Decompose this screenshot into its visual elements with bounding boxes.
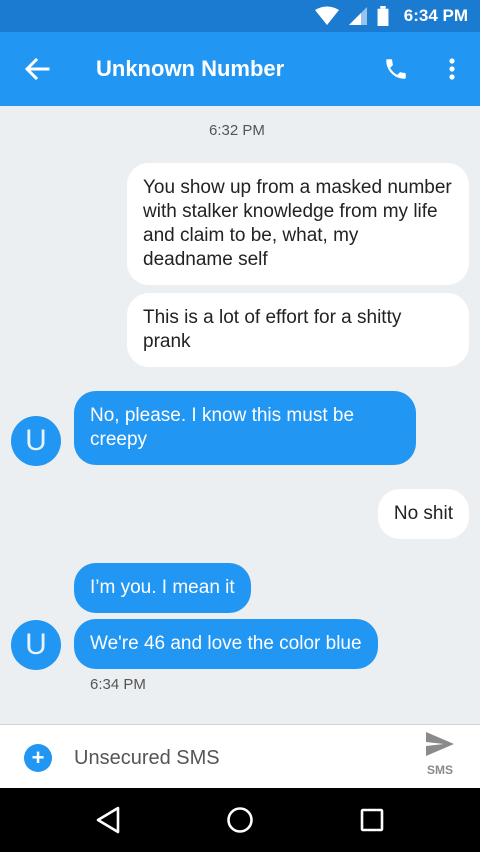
call-button[interactable]	[368, 32, 424, 106]
battery-icon	[377, 6, 389, 26]
message-input[interactable]	[74, 743, 394, 773]
wifi-icon	[314, 6, 339, 25]
system-nav-bar	[0, 788, 480, 852]
outgoing-message[interactable]: This is a lot of effort for a shitty pra…	[127, 293, 469, 367]
more-options-button[interactable]	[424, 32, 480, 106]
phone-icon	[386, 59, 406, 79]
nav-back-button[interactable]	[90, 802, 126, 838]
cell-signal-icon	[348, 7, 367, 25]
app-bar: Unknown Number	[0, 32, 480, 106]
outgoing-message[interactable]: No shit	[377, 489, 469, 539]
nav-home-button[interactable]	[222, 802, 258, 838]
message-timestamp: 6:32 PM	[209, 122, 265, 139]
back-triangle-icon	[96, 806, 120, 834]
message-list[interactable]: 6:32 PM You show up from a masked number…	[0, 106, 480, 724]
back-arrow-icon	[24, 58, 50, 80]
status-time: 6:34 PM	[403, 6, 468, 25]
back-button[interactable]	[0, 32, 74, 106]
incoming-message[interactable]: We're 46 and love the color blue	[74, 619, 378, 669]
avatar[interactable]: U	[11, 416, 61, 466]
message-timestamp: 6:34 PM	[90, 676, 146, 693]
incoming-message[interactable]: No, please. I know this must be creepy	[74, 391, 416, 465]
more-vert-icon	[449, 58, 455, 80]
outgoing-message[interactable]: You show up from a masked number with st…	[127, 163, 469, 285]
add-attachment-button[interactable]: +	[24, 744, 52, 772]
send-button[interactable]: SMS	[412, 731, 468, 783]
nav-recents-button[interactable]	[354, 802, 390, 838]
compose-bar: + SMS	[0, 724, 480, 788]
send-icon	[426, 732, 454, 756]
status-bar: 6:34 PM	[0, 0, 480, 32]
conversation-title: Unknown Number	[96, 56, 285, 81]
send-label: SMS	[426, 763, 453, 777]
recents-square-icon	[360, 808, 384, 832]
add-circle-icon: +	[31, 745, 45, 770]
incoming-message[interactable]: I’m you. I mean it	[74, 563, 251, 613]
home-circle-icon	[227, 807, 253, 833]
avatar[interactable]: U	[11, 620, 61, 670]
